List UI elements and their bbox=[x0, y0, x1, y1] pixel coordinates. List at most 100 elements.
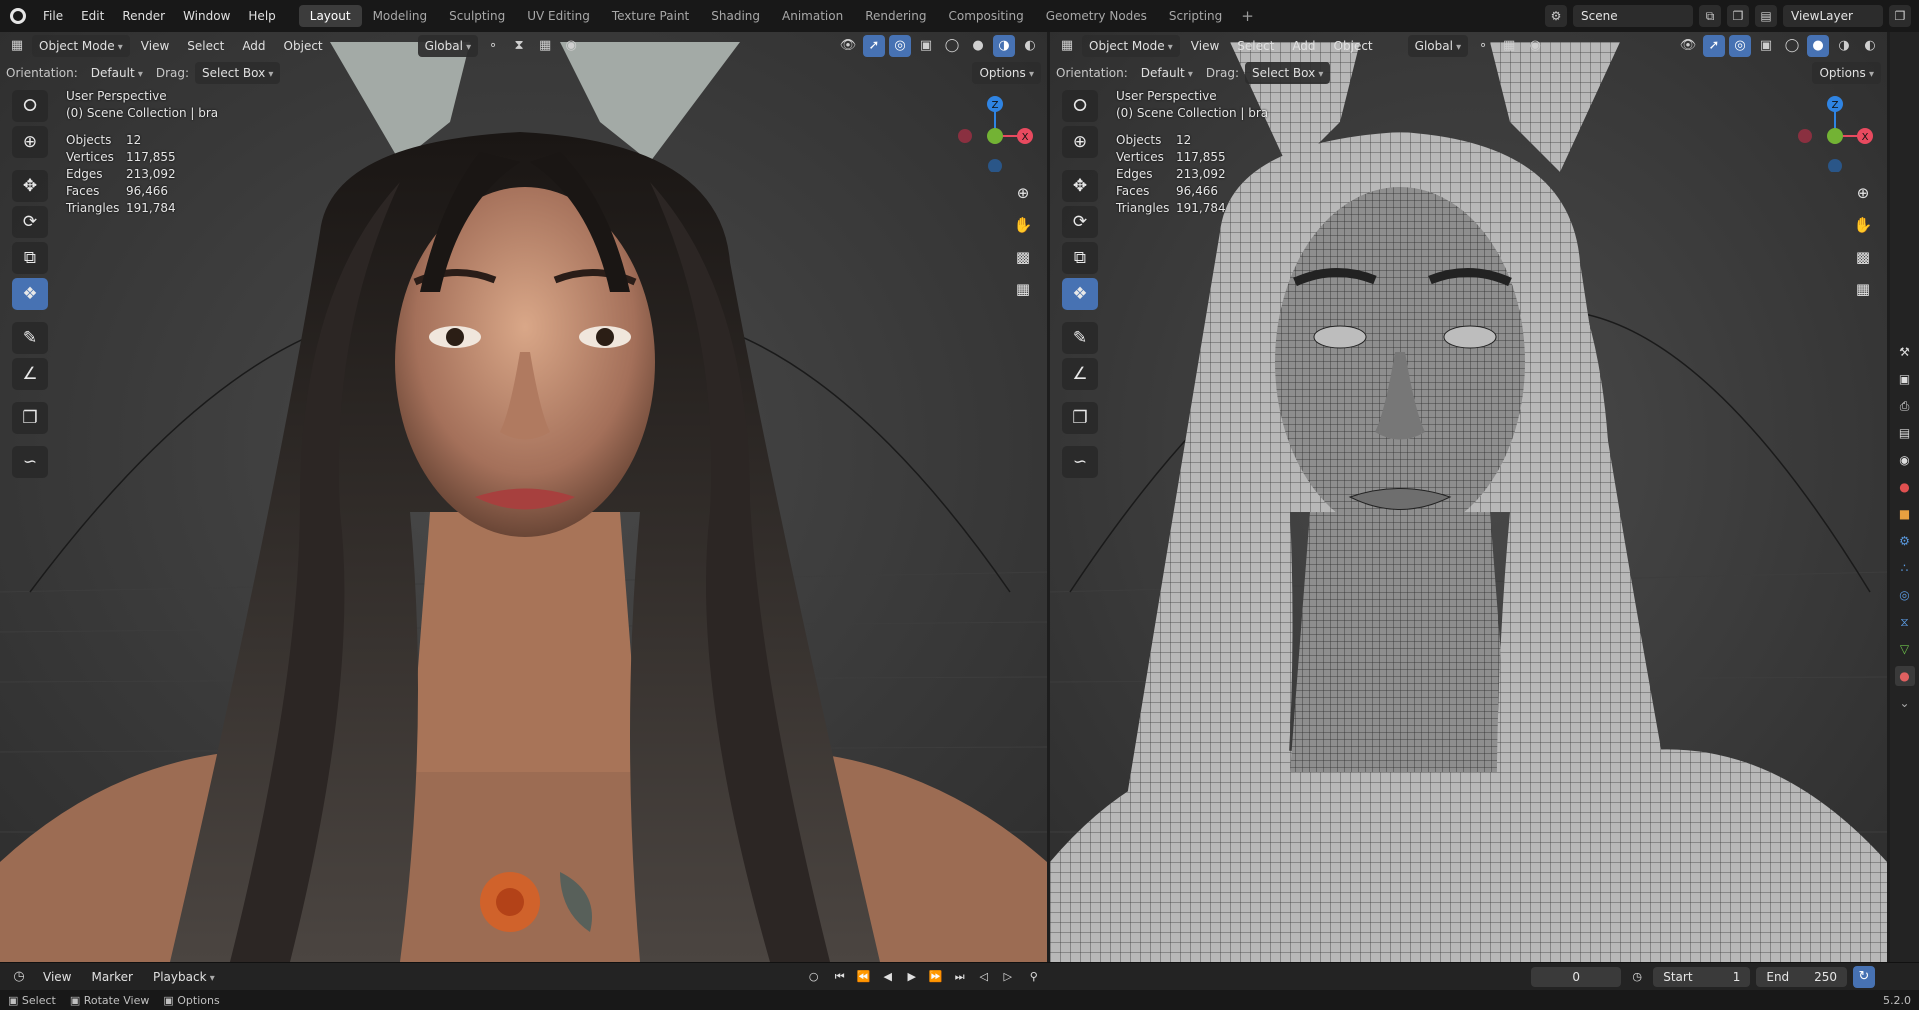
start-frame-field[interactable]: Start 1 bbox=[1653, 966, 1751, 987]
zoom-icon[interactable]: ⊕ bbox=[1010, 180, 1036, 206]
menu-render[interactable]: Render bbox=[113, 0, 174, 32]
next-marker-icon[interactable]: ▷ bbox=[998, 967, 1018, 987]
measure-tool-icon[interactable]: ∠ bbox=[12, 358, 48, 390]
timeline-menu-marker[interactable]: Marker bbox=[84, 966, 139, 988]
select-box-tool-icon[interactable]: ⭘ bbox=[12, 90, 48, 122]
play-icon[interactable]: ▶ bbox=[902, 967, 922, 987]
physics-properties-icon[interactable]: ◎ bbox=[1895, 585, 1915, 605]
tab-rendering[interactable]: Rendering bbox=[854, 5, 937, 27]
material-shading-icon[interactable]: ◑ bbox=[993, 35, 1015, 57]
viewport-wireframe[interactable]: ▦ Object Mode View Select Add Object Glo… bbox=[1050, 32, 1887, 962]
end-frame-field[interactable]: End 250 bbox=[1756, 966, 1847, 987]
object-mode-dropdown[interactable]: Object Mode bbox=[32, 35, 130, 57]
output-properties-icon[interactable]: ⎙ bbox=[1895, 396, 1915, 416]
rendered-shading-icon[interactable]: ◐ bbox=[1019, 35, 1041, 57]
editor-type-icon[interactable]: ▦ bbox=[6, 35, 28, 57]
visibility-icon[interactable]: 👁 bbox=[1677, 35, 1699, 57]
clock-icon[interactable]: ◷ bbox=[8, 966, 30, 988]
tab-uv-editing[interactable]: UV Editing bbox=[516, 5, 601, 27]
gizmo-neg-x-axis[interactable] bbox=[958, 129, 972, 143]
menu-view[interactable]: View bbox=[134, 35, 176, 57]
keying-set-icon[interactable]: ⚲ bbox=[1024, 967, 1044, 987]
drag-dropdown[interactable]: Select Box bbox=[195, 62, 281, 84]
gizmo-toggle-icon[interactable]: ➚ bbox=[1703, 35, 1725, 57]
cursor-tool-icon[interactable]: ⊕ bbox=[1062, 126, 1098, 158]
pivot-icon[interactable]: ∘ bbox=[482, 35, 504, 57]
pin-icon[interactable]: ⧉ bbox=[1699, 5, 1721, 27]
ortho-toggle-icon[interactable]: ▦ bbox=[1010, 276, 1036, 302]
curve-tool-icon[interactable]: ∽ bbox=[12, 446, 48, 478]
new-scene-icon[interactable]: ❐ bbox=[1727, 5, 1749, 27]
viewport-rendered[interactable]: ▦ Object Mode View Select Add Object Glo… bbox=[0, 32, 1047, 962]
menu-edit[interactable]: Edit bbox=[72, 0, 113, 32]
options-dropdown[interactable]: Options bbox=[1812, 62, 1881, 84]
add-cube-tool-icon[interactable]: ❐ bbox=[1062, 402, 1098, 434]
snap-icon[interactable]: ⧗ bbox=[508, 35, 530, 57]
sync-icon[interactable]: ↻ bbox=[1853, 965, 1875, 988]
zoom-icon[interactable]: ⊕ bbox=[1850, 180, 1876, 206]
tab-texture-paint[interactable]: Texture Paint bbox=[601, 5, 700, 27]
world-properties-icon[interactable]: ● bbox=[1895, 477, 1915, 497]
jump-end-icon[interactable]: ⏭ bbox=[950, 967, 970, 987]
auto-keying-icon[interactable]: ○ bbox=[804, 967, 824, 987]
scale-tool-icon[interactable]: ⧉ bbox=[1062, 242, 1098, 274]
menu-object[interactable]: Object bbox=[1327, 35, 1380, 57]
blender-logo-icon[interactable] bbox=[10, 8, 26, 24]
gizmo-neg-z-axis[interactable] bbox=[988, 159, 1002, 172]
rotate-tool-icon[interactable]: ⟳ bbox=[1062, 206, 1098, 238]
scene-properties-icon[interactable]: ◉ bbox=[1895, 450, 1915, 470]
gizmo-neg-z-axis[interactable] bbox=[1828, 159, 1842, 172]
tab-modeling[interactable]: Modeling bbox=[362, 5, 439, 27]
tab-shading[interactable]: Shading bbox=[700, 5, 771, 27]
annotate-tool-icon[interactable]: ✎ bbox=[1062, 322, 1098, 354]
play-reverse-icon[interactable]: ◀ bbox=[878, 967, 898, 987]
xray-icon[interactable]: ▣ bbox=[1755, 35, 1777, 57]
view-layer-properties-icon[interactable]: ▤ bbox=[1895, 423, 1915, 443]
tab-sculpting[interactable]: Sculpting bbox=[438, 5, 516, 27]
move-tool-icon[interactable]: ✥ bbox=[1062, 170, 1098, 202]
object-properties-icon[interactable]: ■ bbox=[1895, 504, 1915, 524]
next-keyframe-icon[interactable]: ⏩ bbox=[926, 967, 946, 987]
menu-add[interactable]: Add bbox=[235, 35, 272, 57]
cursor-tool-icon[interactable]: ⊕ bbox=[12, 126, 48, 158]
orientation-dropdown[interactable]: Default bbox=[1134, 62, 1200, 84]
measure-tool-icon[interactable]: ∠ bbox=[1062, 358, 1098, 390]
snap-grid-icon[interactable]: ▦ bbox=[1498, 35, 1520, 57]
prev-marker-icon[interactable]: ◁ bbox=[974, 967, 994, 987]
camera-view-icon[interactable]: ▩ bbox=[1010, 244, 1036, 270]
proportional-edit-icon[interactable]: ◉ bbox=[1524, 35, 1546, 57]
options-dropdown[interactable]: Options bbox=[972, 62, 1041, 84]
menu-select[interactable]: Select bbox=[180, 35, 231, 57]
current-frame-field[interactable]: 0 bbox=[1531, 966, 1622, 987]
constraints-properties-icon[interactable]: ⧖ bbox=[1895, 612, 1915, 632]
drag-dropdown[interactable]: Select Box bbox=[1245, 62, 1331, 84]
overlay-toggle-icon[interactable]: ◎ bbox=[1729, 35, 1751, 57]
gizmo-y-axis[interactable] bbox=[987, 128, 1003, 144]
orientation-dropdown[interactable]: Default bbox=[84, 62, 150, 84]
view-layer-field[interactable]: ViewLayer bbox=[1783, 5, 1883, 27]
tab-layout[interactable]: Layout bbox=[298, 5, 362, 27]
snap-grid-icon[interactable]: ▦ bbox=[534, 35, 556, 57]
menu-help[interactable]: Help bbox=[239, 0, 284, 32]
material-shading-icon[interactable]: ◑ bbox=[1833, 35, 1855, 57]
transform-orientation-dropdown[interactable]: Global bbox=[1407, 35, 1469, 57]
navigation-gizmo[interactable]: Z X bbox=[955, 92, 1035, 172]
proportional-edit-icon[interactable]: ◉ bbox=[560, 35, 582, 57]
material-properties-icon[interactable]: ● bbox=[1894, 666, 1915, 686]
transform-tool-icon[interactable]: ❖ bbox=[1062, 278, 1098, 310]
particles-properties-icon[interactable]: ∴ bbox=[1895, 558, 1915, 578]
visibility-icon[interactable]: 👁 bbox=[837, 35, 859, 57]
overlay-toggle-icon[interactable]: ◎ bbox=[889, 35, 911, 57]
annotate-tool-icon[interactable]: ✎ bbox=[12, 322, 48, 354]
navigation-gizmo[interactable]: Z X bbox=[1795, 92, 1875, 172]
transform-tool-icon[interactable]: ❖ bbox=[12, 278, 48, 310]
tab-scripting[interactable]: Scripting bbox=[1158, 5, 1233, 27]
data-properties-icon[interactable]: ▽ bbox=[1895, 639, 1915, 659]
wireframe-shading-icon[interactable]: ◯ bbox=[941, 35, 963, 57]
menu-object[interactable]: Object bbox=[277, 35, 330, 57]
xray-icon[interactable]: ▣ bbox=[915, 35, 937, 57]
tab-compositing[interactable]: Compositing bbox=[937, 5, 1034, 27]
solid-shading-icon[interactable]: ● bbox=[1807, 35, 1829, 57]
preview-range-icon[interactable]: ◷ bbox=[1627, 967, 1647, 987]
menu-window[interactable]: Window bbox=[174, 0, 239, 32]
